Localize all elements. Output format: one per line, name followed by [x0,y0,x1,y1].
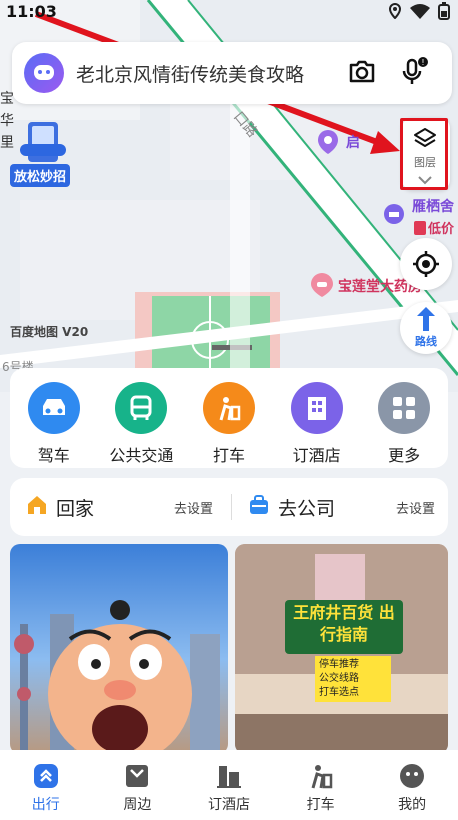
nav-profile[interactable]: 我的 [366,750,458,820]
layer-button[interactable]: 图层 [400,118,450,190]
taxi-nav-icon [307,762,335,790]
hotel-pin-icon[interactable] [383,203,405,231]
content-cards: 王府井百货 出行指南 停车推荐 公交线路 打车选点 [10,544,448,754]
card-bullet: 打车选点 [319,687,359,698]
service-drive[interactable]: 驾车 [12,382,96,468]
map-poi-label[interactable]: 华 [0,110,14,130]
service-more[interactable]: 更多 [362,382,446,468]
card-bullet: 停车推荐 [319,659,359,670]
svg-text:!: ! [421,58,424,67]
content-card[interactable]: 王府井百货 出行指南 停车推荐 公交线路 打车选点 [235,544,448,754]
map-view[interactable]: 11:03 老北京风情街传统美食攻略 ! 放松妙招 宝 华 里 启 口路 雁栖舍… [0,0,458,392]
card-bullets: 停车推荐 公交线路 打车选点 [315,656,391,702]
bottom-nav: 出行 周边 订酒店 打车 我的 [0,750,458,820]
content-card[interactable] [10,544,228,754]
nav-label: 出行 [31,797,60,813]
status-icons [388,2,450,24]
locate-button[interactable] [400,238,452,290]
hotel-nav-icon [215,762,243,790]
nav-travel[interactable]: 出行 [0,750,92,820]
location-icon [388,2,402,23]
grid-icon [378,382,431,434]
poi-pin-icon[interactable] [316,128,340,160]
nav-taxi[interactable]: 打车 [275,750,367,820]
home-icon [26,494,48,520]
map-poi-label[interactable]: 雁栖舍 [412,196,454,216]
promo-label[interactable]: 放松妙招 [10,164,71,187]
service-hotel[interactable]: 订酒店 [275,382,359,468]
nav-label: 周边 [123,797,152,813]
phone-promo-icon [20,122,66,162]
service-label: 更多 [388,446,421,465]
hotel-icon [290,382,343,434]
map-poi-label[interactable]: 低价 [428,218,454,237]
service-label: 订酒店 [292,446,341,465]
home-set-link[interactable]: 去设置 [174,498,213,517]
divider [231,494,232,520]
route-label: 路线 [415,335,437,348]
service-label: 公共交通 [109,446,174,465]
work-shortcut[interactable]: 去公司 [248,478,335,536]
service-transit[interactable]: 公共交通 [99,382,183,468]
crosshair-icon [412,250,440,282]
nav-nearby[interactable]: 周边 [92,750,184,820]
wifi-icon [410,3,430,23]
camera-icon[interactable] [348,59,376,89]
tag-icon [414,220,426,239]
nav-label: 我的 [398,797,427,813]
nearby-icon [123,762,151,790]
home-shortcut[interactable]: 回家 [26,478,94,536]
department-store-image [235,544,448,754]
nav-hotel[interactable]: 订酒店 [183,750,275,820]
route-arrow-icon [415,306,437,336]
home-label: 回家 [56,497,95,520]
highlight-box [400,118,448,190]
battery-icon [438,2,450,24]
work-set-link[interactable]: 去设置 [396,498,435,517]
nav-label: 订酒店 [207,797,250,813]
travel-icon [32,762,60,790]
card-title: 王府井百货 出行指南 [293,603,395,644]
taxi-icon [202,382,255,434]
map-poi-label[interactable]: 里 [0,132,14,152]
nav-label: 打车 [306,797,335,813]
profile-icon [398,762,426,790]
pharmacy-pin-icon[interactable] [310,272,334,302]
service-taxi[interactable]: 打车 [187,382,271,468]
service-label: 打车 [212,446,245,465]
service-label: 驾车 [37,446,70,465]
assistant-avatar-icon[interactable] [24,53,64,93]
bus-icon [115,382,168,434]
commute-panel: 回家 去设置 去公司 去设置 [10,478,448,536]
shanghai-cartoon-image [14,600,220,754]
map-logo: 百度地图 V20 [10,325,89,339]
map-poi-label[interactable]: 宝 [0,88,14,108]
deepseek-promo-badge[interactable]: 放松妙招 [10,120,76,187]
status-time: 11:03 [6,2,57,21]
work-label: 去公司 [278,497,336,520]
car-icon [27,382,80,434]
search-bar[interactable]: 老北京风情街传统美食攻略 ! [12,42,452,104]
briefcase-icon [248,494,270,520]
map-poi-label[interactable]: 启 [346,132,360,152]
service-panel: 驾车 公共交通 打车 订酒店 更多 [10,368,448,468]
search-input[interactable]: 老北京风情街传统美食攻略 [76,60,328,87]
microphone-icon[interactable]: ! [400,57,430,91]
route-button[interactable]: 路线 [400,302,452,354]
card-bullet: 公交线路 [319,673,359,684]
